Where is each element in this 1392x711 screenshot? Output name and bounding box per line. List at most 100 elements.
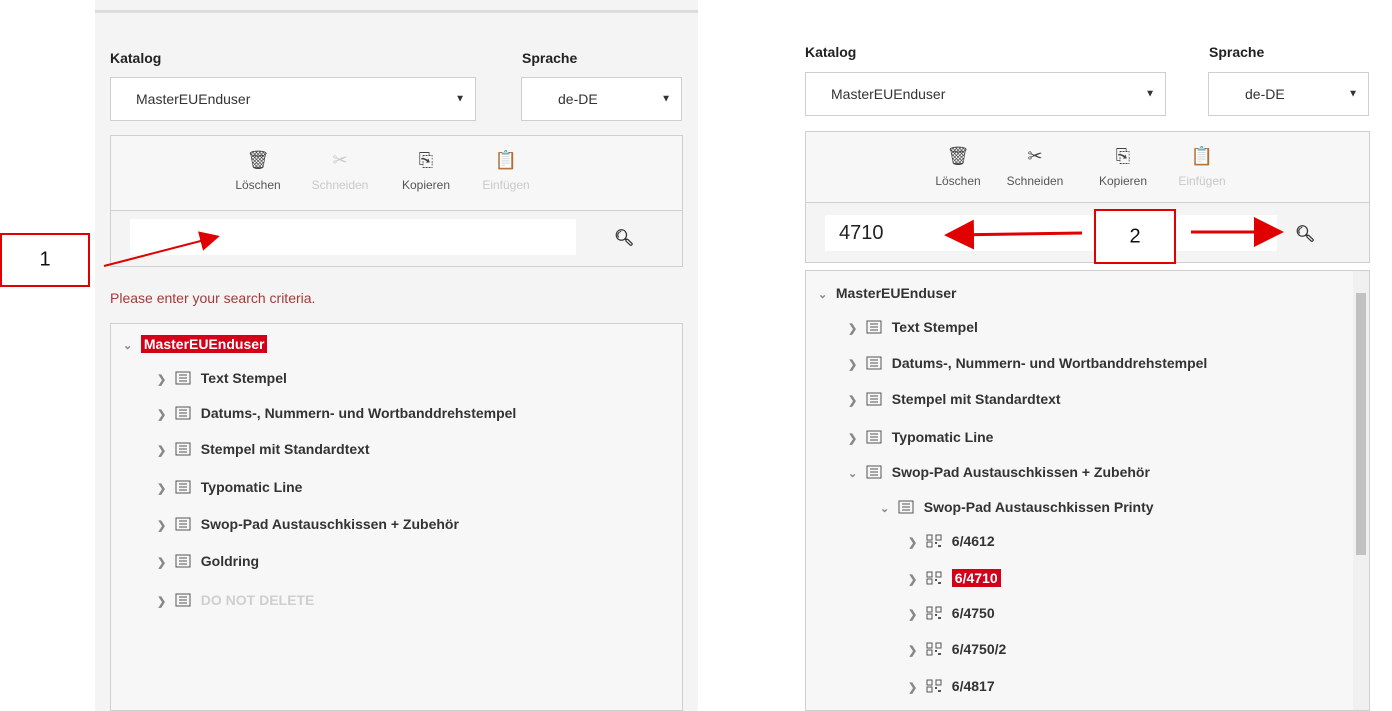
chevron-right-icon[interactable]: ❯ <box>157 440 171 462</box>
delete-button-label: Löschen <box>935 174 981 188</box>
chevron-right-icon[interactable]: ❯ <box>157 552 171 574</box>
list-icon <box>866 320 882 334</box>
chevron-right-icon[interactable]: ❯ <box>908 677 922 699</box>
paste-button[interactable]: 📋 Einfügen <box>471 150 541 192</box>
chevron-right-icon[interactable]: ❯ <box>157 478 171 500</box>
chevron-right-icon[interactable]: ❯ <box>908 604 922 626</box>
chevron-right-icon[interactable]: ❯ <box>848 354 862 376</box>
tree-item[interactable]: ❯ Swop-Pad Austauschkissen + Zubehör <box>157 513 459 535</box>
list-icon <box>866 392 882 406</box>
product-row-selected[interactable]: ❯ 6/4710 <box>908 567 1001 589</box>
tree-item[interactable]: ❯ Typomatic Line <box>157 476 302 498</box>
katalog-select[interactable]: MasterEUEnduser ▼ <box>805 72 1166 116</box>
trash-icon: 🗑 <box>946 146 970 166</box>
tree-item[interactable]: ❯ Goldring <box>157 550 259 572</box>
chevron-right-icon[interactable]: ❯ <box>908 569 922 591</box>
tree-root[interactable]: ⌄ MasterEUEnduser <box>818 282 956 304</box>
copy-button[interactable]: ⎘ Kopieren <box>391 150 461 192</box>
chevron-right-icon[interactable]: ❯ <box>848 390 862 412</box>
tree-item[interactable]: ❯ Text Stempel <box>848 316 978 338</box>
search-input[interactable] <box>825 215 1277 251</box>
list-icon <box>175 517 191 531</box>
product-row[interactable]: ❯ 6/4817 <box>908 675 995 697</box>
delete-button[interactable]: 🗑 Löschen <box>223 150 293 192</box>
product-row[interactable]: ❯ 6/4750/2 <box>908 638 1006 660</box>
tree-item[interactable]: ❯ Stempel mit Standardtext <box>848 388 1061 410</box>
chevron-down-icon[interactable]: ⌄ <box>123 335 137 357</box>
chevron-right-icon[interactable]: ❯ <box>908 532 922 554</box>
catalog-tree: ⌄ MasterEUEnduser ❯ Text Stempel ❯ Datum… <box>805 270 1370 711</box>
product-row[interactable]: ❯ 6/4750 <box>908 602 995 624</box>
left-panel: Katalog Sprache MasterEUEnduser ▼ de-DE … <box>95 0 698 711</box>
cut-button[interactable]: ✂ Schneiden <box>305 150 375 192</box>
search-input[interactable] <box>130 219 576 255</box>
callout-label: 2 <box>1129 225 1141 247</box>
qr-code-icon <box>926 642 942 656</box>
scrollbar-thumb[interactable] <box>1356 293 1366 555</box>
copy-button-label: Kopieren <box>401 178 451 192</box>
product-row[interactable]: ❯ 6/4612 <box>908 530 995 552</box>
tree-root[interactable]: ⌄ MasterEUEnduser <box>123 333 268 357</box>
tree-item[interactable]: ❯ Typomatic Line <box>848 426 993 448</box>
catalog-tree: ⌄ MasterEUEnduser ❯ Text Stempel ❯ Datum… <box>110 323 683 711</box>
list-icon <box>866 430 882 444</box>
list-icon <box>175 480 191 494</box>
chevron-right-icon[interactable]: ❯ <box>157 515 171 537</box>
cut-button[interactable]: ✂ Schneiden <box>1000 146 1070 188</box>
callout-label: 1 <box>39 248 51 271</box>
sprache-select[interactable]: de-DE ▼ <box>1208 72 1369 116</box>
trash-icon: 🗑 <box>246 150 270 170</box>
search-icon[interactable]: 🔍︎ <box>1295 224 1315 244</box>
tree-item[interactable]: ❯ DO NOT DELETE <box>157 589 314 611</box>
delete-button[interactable]: 🗑 Löschen <box>923 146 993 188</box>
error-message: Please enter your search criteria. <box>110 290 316 306</box>
sprache-select[interactable]: de-DE ▼ <box>521 77 682 121</box>
katalog-label: Katalog <box>110 50 162 66</box>
chevron-right-icon[interactable]: ❯ <box>157 591 171 613</box>
scissors-icon: ✂ <box>332 150 348 170</box>
chevron-right-icon[interactable]: ❯ <box>908 640 922 662</box>
katalog-select-value: MasterEUEnduser <box>831 86 946 102</box>
katalog-label: Katalog <box>805 44 857 60</box>
callout-box-1: 1 <box>0 233 90 287</box>
chevron-right-icon[interactable]: ❯ <box>157 404 171 426</box>
sprache-label: Sprache <box>522 50 578 66</box>
copy-button[interactable]: ⎘ Kopieren <box>1088 146 1158 188</box>
chevron-down-icon: ▼ <box>1348 88 1358 100</box>
qr-code-icon <box>926 534 942 548</box>
chevron-right-icon[interactable]: ❯ <box>848 318 862 340</box>
chevron-right-icon[interactable]: ❯ <box>157 369 171 391</box>
paste-icon: 📋 <box>1190 146 1214 166</box>
tree-item[interactable]: ❯ Datums-, Nummern- und Wortbanddrehstem… <box>157 402 516 424</box>
search-icon[interactable]: 🔍︎ <box>614 228 634 248</box>
tree-item[interactable]: ❯ Stempel mit Standardtext <box>157 438 370 460</box>
chevron-down-icon[interactable]: ⌄ <box>818 284 832 306</box>
qr-code-icon <box>926 679 942 693</box>
chevron-down-icon[interactable]: ⌄ <box>880 498 894 520</box>
tree-subitem-label: Swop-Pad Austauschkissen Printy <box>923 499 1154 515</box>
katalog-select[interactable]: MasterEUEnduser ▼ <box>110 77 476 121</box>
chevron-down-icon[interactable]: ⌄ <box>848 463 862 485</box>
tree-item-label: Text Stempel <box>200 370 287 386</box>
paste-button[interactable]: 📋 Einfügen <box>1167 146 1237 188</box>
tree-item[interactable]: ❯ Datums-, Nummern- und Wortbanddrehstem… <box>848 352 1207 374</box>
copy-icon: ⎘ <box>1115 146 1131 166</box>
action-toolbar: 🗑 Löschen ✂ Schneiden ⎘ Kopieren 📋 Einfü… <box>110 135 683 211</box>
tree-item-label: Typomatic Line <box>891 429 994 445</box>
product-label: 6/4817 <box>951 678 995 694</box>
list-icon <box>866 356 882 370</box>
search-row: 🔍︎ <box>805 203 1370 263</box>
action-toolbar: 🗑 Löschen ✂ Schneiden ⎘ Kopieren 📋 Einfü… <box>805 131 1370 203</box>
list-icon <box>175 593 191 607</box>
qr-code-icon <box>926 571 942 585</box>
list-icon <box>866 465 882 479</box>
tree-item-expanded[interactable]: ⌄ Swop-Pad Austauschkissen + Zubehör <box>848 461 1150 483</box>
chevron-right-icon[interactable]: ❯ <box>848 428 862 450</box>
tree-item-label: Stempel mit Standardtext <box>891 391 1061 407</box>
paste-icon: 📋 <box>494 150 518 170</box>
tree-subitem-expanded[interactable]: ⌄ Swop-Pad Austauschkissen Printy <box>880 496 1154 518</box>
list-icon <box>175 554 191 568</box>
scissors-icon: ✂ <box>1027 146 1043 166</box>
tree-item[interactable]: ❯ Text Stempel <box>157 367 287 389</box>
tree-scrollbar[interactable] <box>1353 271 1369 710</box>
